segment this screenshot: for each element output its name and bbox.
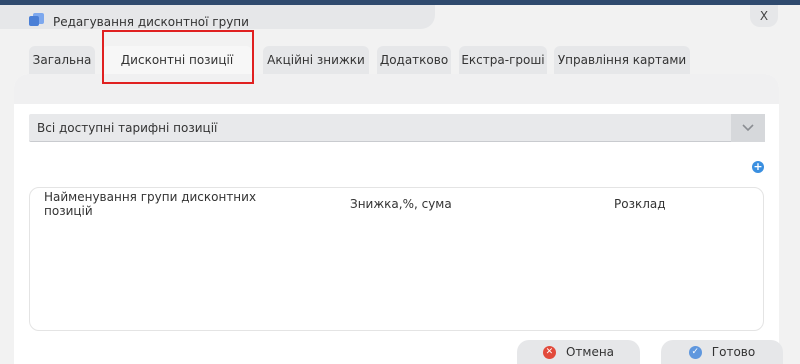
close-button[interactable]: X: [750, 5, 778, 27]
check-icon: ✓: [688, 345, 702, 359]
cancel-icon: ✕: [542, 345, 556, 359]
discount-positions-table: Найменування групи дисконтних позицій Зн…: [29, 187, 764, 331]
done-label: Готово: [711, 345, 756, 359]
done-button[interactable]: ✓ Готово: [661, 340, 783, 364]
cancel-button[interactable]: ✕ Отмена: [517, 340, 640, 364]
add-icon[interactable]: +: [752, 161, 764, 173]
cancel-label: Отмена: [565, 345, 615, 359]
tab-promo-discounts[interactable]: Акційні знижки: [263, 46, 369, 74]
tariff-select-value: Всі доступні тарифні позиції: [37, 121, 218, 135]
tab-general[interactable]: Загальна: [29, 46, 95, 74]
tariff-positions-select[interactable]: Всі доступні тарифні позиції: [29, 114, 765, 142]
column-header-schedule: Розклад: [614, 197, 666, 211]
active-tab-highlight: [102, 30, 254, 84]
column-header-discount: Знижка,%, сума: [350, 197, 452, 211]
copy-icon: [29, 13, 45, 27]
dialog-title-bar: Редагування дисконтної групи: [0, 5, 435, 29]
tab-additional[interactable]: Додатково: [377, 46, 451, 74]
chevron-down-icon[interactable]: [731, 114, 765, 142]
dialog-title: Редагування дисконтної групи: [53, 15, 249, 29]
tab-extra-money[interactable]: Екстра-гроші: [459, 46, 547, 74]
column-header-name: Найменування групи дисконтних позицій: [44, 190, 257, 218]
tab-card-management[interactable]: Управління картами: [554, 46, 690, 74]
